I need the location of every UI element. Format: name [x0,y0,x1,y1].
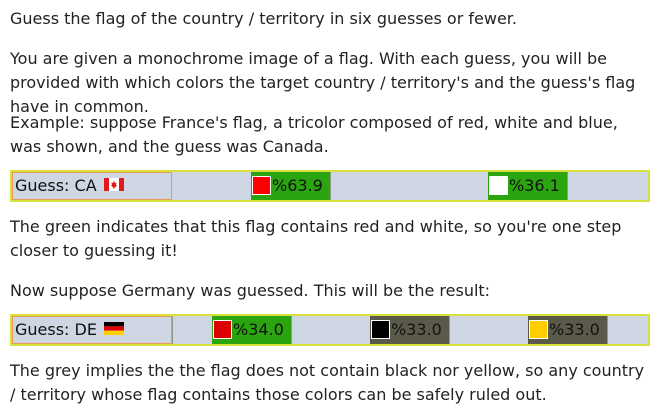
canada-flag-icon [103,178,124,191]
color-swatch [252,176,271,195]
monochrome-explanation: You are given a monochrome image of a fl… [10,49,636,116]
color-swatch [489,176,508,195]
color-percent: %34.0 [233,320,284,339]
color-result-red: %63.9 [251,172,330,200]
color-result-yellow: %33.0 [528,316,607,344]
germany-intro: Now suppose Germany was guessed. This wi… [10,281,491,300]
grey-explanation: The grey implies the the flag does not c… [10,361,645,404]
column-divider [172,316,173,344]
column-divider [291,316,292,344]
column-divider [607,316,608,344]
guess-row-de: Guess: DE %34.0 %33.0 %33.0 [10,314,650,346]
guess-label-de: Guess: DE [12,316,172,344]
column-divider [449,316,450,344]
guess-row-ca: Guess: CA %63.9 %36.1 [10,170,650,202]
column-divider [330,172,331,200]
guess-label-text: Guess: DE [15,320,97,339]
color-percent: %36.1 [509,176,560,195]
intro-text: Guess the flag of the country / territor… [10,9,517,28]
germany-flag-icon [104,322,125,335]
color-result-white: %36.1 [488,172,567,200]
color-swatch [213,320,232,339]
guess-label-text: Guess: CA [15,176,97,195]
color-result-black: %33.0 [370,316,449,344]
color-percent: %63.9 [272,176,323,195]
example-text: Example: suppose France's flag, a tricol… [10,113,618,156]
color-swatch [529,320,548,339]
color-result-red: %34.0 [212,316,291,344]
guess-label-ca: Guess: CA [12,172,172,200]
color-percent: %33.0 [391,320,442,339]
column-divider [567,172,568,200]
color-percent: %33.0 [549,320,600,339]
green-explanation: The green indicates that this flag conta… [10,217,622,260]
color-swatch [371,320,390,339]
